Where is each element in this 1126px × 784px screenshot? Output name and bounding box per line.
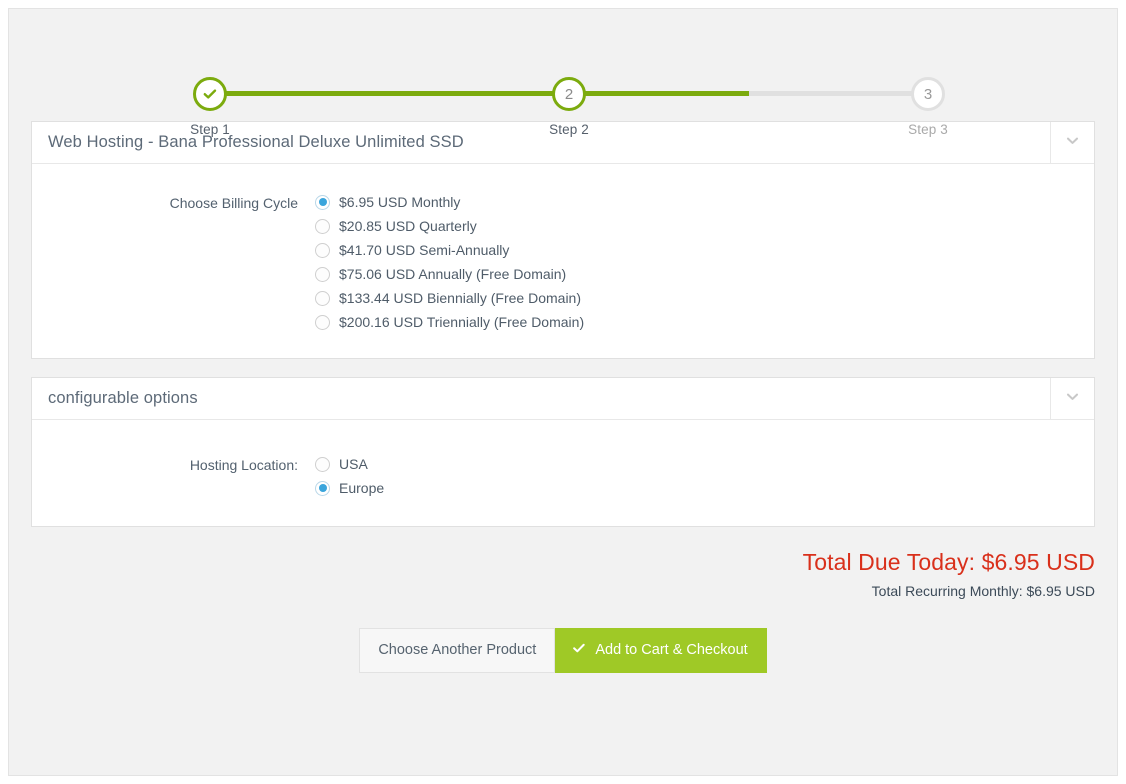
billing-cycle-row: Choose Billing Cycle $6.95 USD Monthly $… [32, 194, 1094, 330]
step-3-label: Step 3 [908, 122, 948, 137]
step-1-label: Step 1 [190, 122, 230, 137]
action-buttons: Choose Another Product Add to Cart & Che… [9, 628, 1117, 673]
total-due-today: Total Due Today: $6.95 USD [802, 549, 1095, 575]
progress-fill [210, 91, 749, 96]
check-icon [572, 641, 586, 659]
step-2-circle: 2 [552, 77, 586, 111]
billing-cycle-options: $6.95 USD Monthly $20.85 USD Quarterly $… [315, 194, 584, 330]
billing-option-monthly[interactable]: $6.95 USD Monthly [315, 194, 584, 210]
product-panel: Web Hosting - Bana Professional Deluxe U… [31, 121, 1095, 359]
step-2-label: Step 2 [549, 122, 589, 137]
wizard-step-2[interactable]: 2 Step 2 [509, 77, 629, 137]
config-panel-header: configurable options [32, 378, 1094, 420]
billing-option-label: $20.85 USD Quarterly [339, 218, 477, 234]
radio-indicator[interactable] [315, 266, 330, 282]
billing-option-annually[interactable]: $75.06 USD Annually (Free Domain) [315, 266, 584, 282]
hosting-option-usa[interactable]: USA [315, 456, 384, 472]
radio-indicator[interactable] [315, 480, 330, 496]
product-panel-toggle[interactable] [1050, 122, 1094, 163]
radio-indicator[interactable] [315, 194, 330, 210]
config-panel-title: configurable options [48, 389, 198, 407]
billing-option-label: $6.95 USD Monthly [339, 194, 461, 210]
chevron-down-icon [1065, 389, 1080, 409]
billing-option-biennially[interactable]: $133.44 USD Biennially (Free Domain) [315, 290, 584, 306]
billing-cycle-label: Choose Billing Cycle [169, 195, 298, 211]
radio-indicator[interactable] [315, 314, 330, 330]
radio-indicator[interactable] [315, 218, 330, 234]
billing-option-quarterly[interactable]: $20.85 USD Quarterly [315, 218, 584, 234]
chevron-down-icon [1065, 133, 1080, 153]
configurable-options-panel: configurable options Hosting Location: U… [31, 377, 1095, 527]
hosting-option-europe[interactable]: Europe [315, 480, 384, 496]
add-to-cart-checkout-button[interactable]: Add to Cart & Checkout [555, 628, 767, 673]
check-icon [202, 86, 218, 102]
billing-option-label: $200.16 USD Triennially (Free Domain) [339, 314, 585, 330]
hosting-location-row: Hosting Location: USA Europe [32, 456, 1094, 496]
billing-option-label: $133.44 USD Biennially (Free Domain) [339, 290, 581, 306]
total-recurring: Total Recurring Monthly: $6.95 USD [871, 583, 1095, 599]
product-panel-body: Choose Billing Cycle $6.95 USD Monthly $… [32, 164, 1094, 358]
billing-option-label: $41.70 USD Semi-Annually [339, 242, 510, 258]
hosting-option-label: USA [339, 456, 368, 472]
hosting-location-options: USA Europe [315, 456, 384, 496]
config-panel-toggle[interactable] [1050, 378, 1094, 419]
choose-another-product-button[interactable]: Choose Another Product [359, 628, 556, 673]
radio-indicator[interactable] [315, 290, 330, 306]
hosting-option-label: Europe [339, 480, 385, 496]
config-panel-body: Hosting Location: USA Europe [32, 420, 1094, 526]
totals-section: Total Due Today: $6.95 USD Total Recurri… [31, 545, 1095, 599]
step-progress-bar: Step 1 2 Step 2 3 Step 3 [9, 9, 1117, 137]
wizard-step-3[interactable]: 3 Step 3 [868, 77, 988, 137]
step-1-circle [193, 77, 227, 111]
billing-option-semi-annually[interactable]: $41.70 USD Semi-Annually [315, 242, 584, 258]
billing-option-label: $75.06 USD Annually (Free Domain) [339, 266, 567, 282]
step-3-circle: 3 [911, 77, 945, 111]
add-to-cart-label: Add to Cart & Checkout [595, 641, 748, 658]
hosting-location-label: Hosting Location: [189, 457, 298, 473]
order-page: Step 1 2 Step 2 3 Step 3 Web Hosting - B… [8, 8, 1118, 776]
radio-indicator[interactable] [315, 242, 330, 258]
radio-indicator[interactable] [315, 456, 330, 472]
billing-option-triennially[interactable]: $200.16 USD Triennially (Free Domain) [315, 314, 584, 330]
wizard-step-1[interactable]: Step 1 [150, 77, 270, 137]
